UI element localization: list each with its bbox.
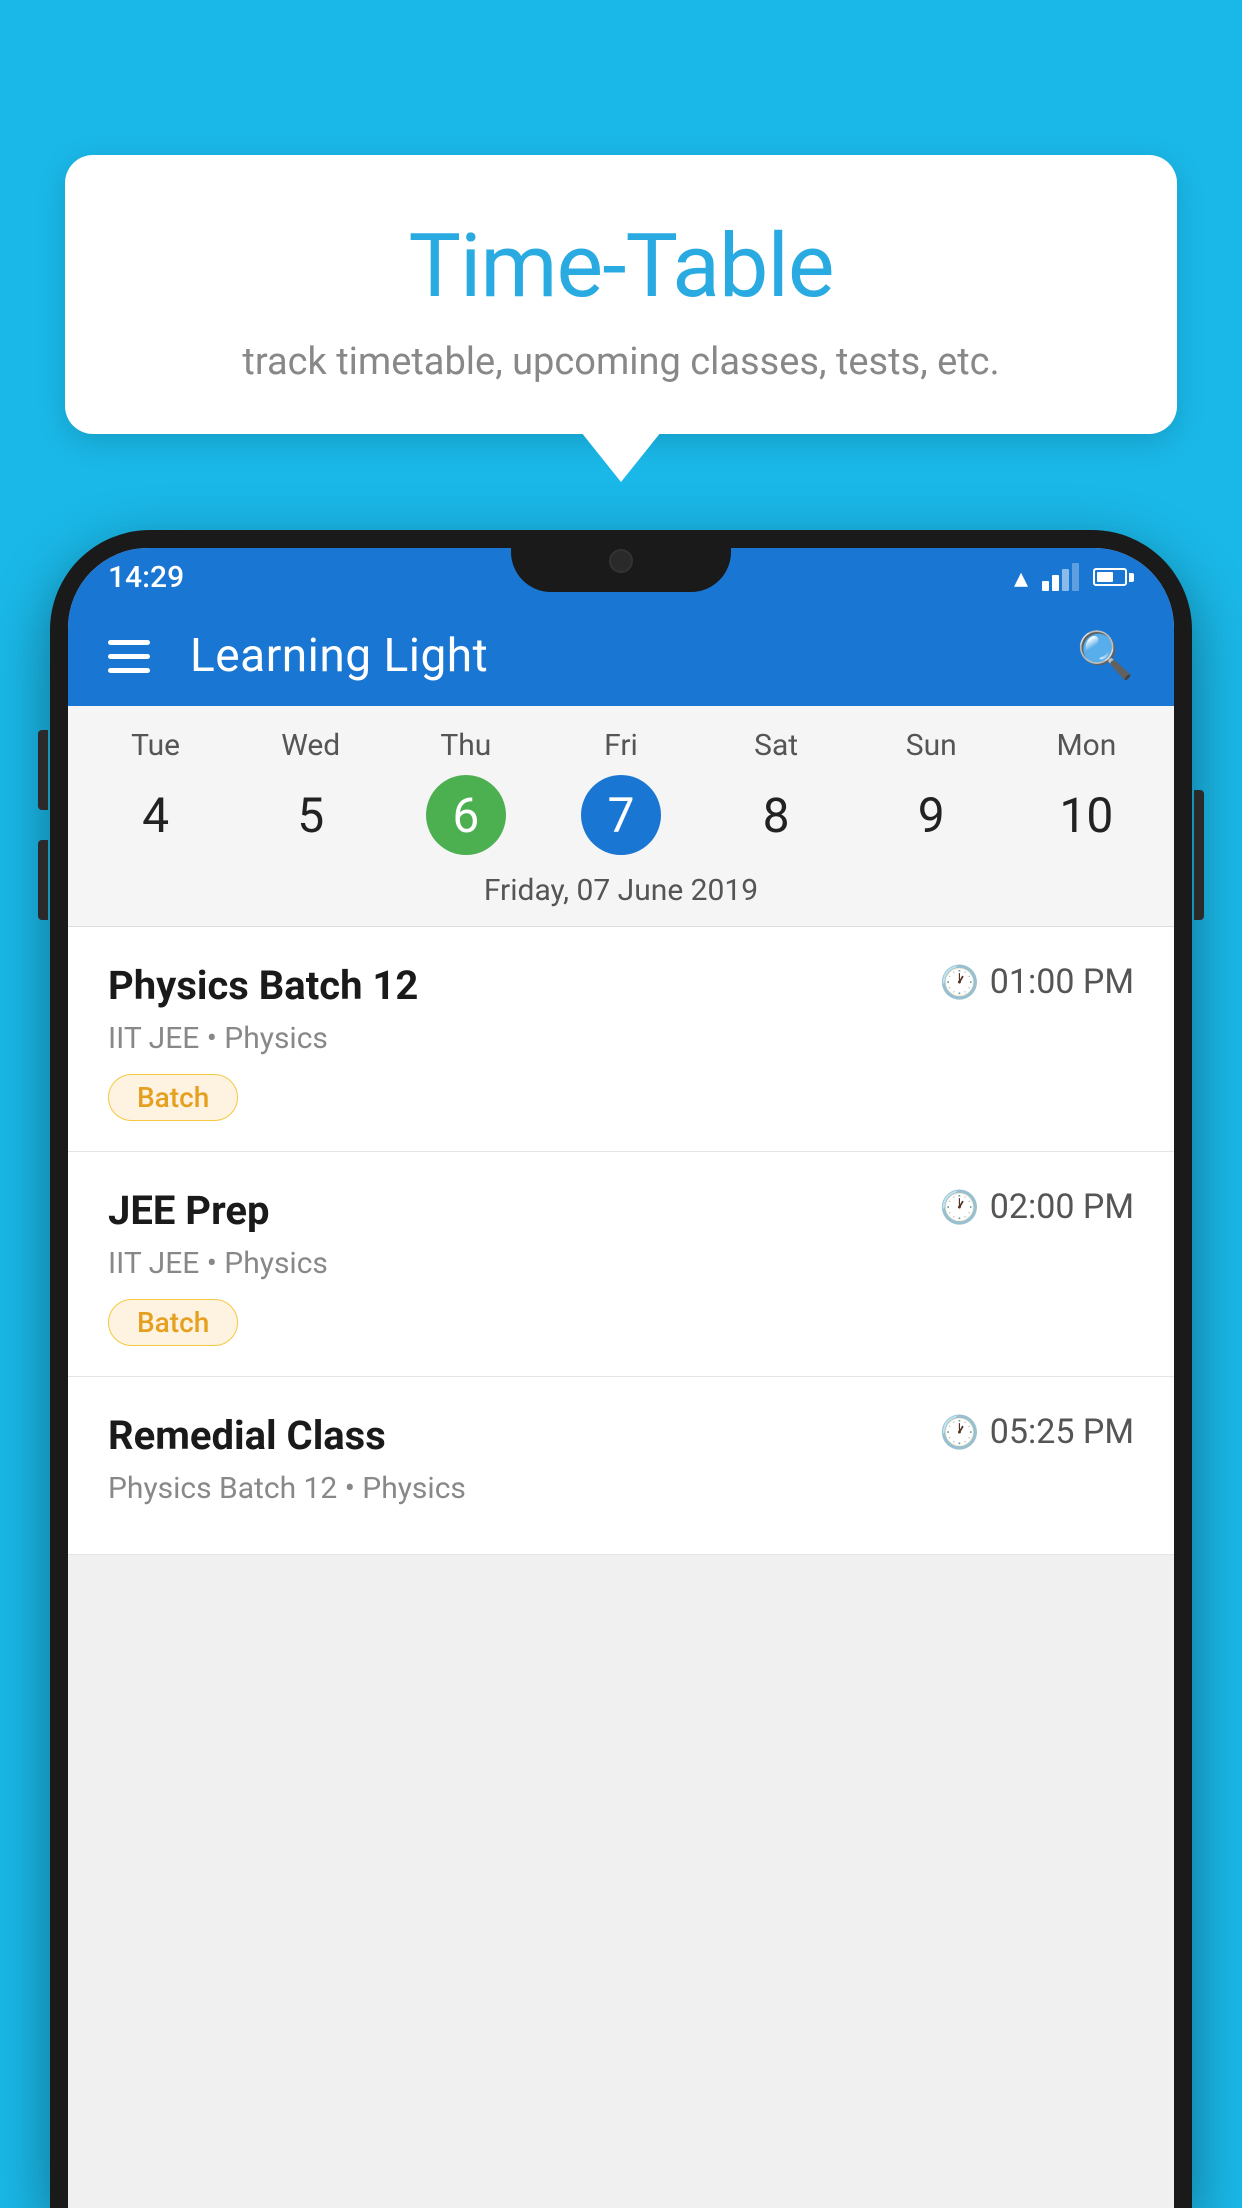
volume-up-button: [38, 730, 48, 810]
search-icon[interactable]: 🔍: [1077, 629, 1134, 683]
schedule-item-sub: IIT JEE • Physics: [108, 1246, 1134, 1281]
app-bar: Learning Light 🔍: [68, 606, 1174, 706]
day-name: Sun: [906, 728, 957, 763]
calendar-strip[interactable]: Tue 4 Wed 5 Thu 6 Fri 7 Sat 8 Sun 9 Mon 10 Friday, 07…: [68, 706, 1174, 927]
schedule-item-time: 🕐 02:00 PM: [940, 1187, 1134, 1227]
schedule-item-name: Remedial Class: [108, 1412, 386, 1459]
day-col[interactable]: Thu 6: [406, 728, 526, 855]
phone-screen: 14:29 ▴: [68, 548, 1174, 2208]
schedule-item-time: 🕐 05:25 PM: [940, 1412, 1134, 1452]
day-col[interactable]: Wed 5: [251, 728, 371, 855]
day-col[interactable]: Tue 4: [96, 728, 216, 855]
power-button: [1194, 790, 1204, 920]
wifi-icon: ▴: [1014, 561, 1028, 594]
schedule-item-time: 🕐 01:00 PM: [940, 962, 1134, 1002]
day-name: Fri: [604, 728, 638, 763]
camera: [609, 549, 633, 573]
schedule-item-header: JEE Prep 🕐 02:00 PM: [108, 1187, 1134, 1234]
volume-down-button: [38, 840, 48, 920]
batch-badge: Batch: [108, 1074, 238, 1121]
schedule-item[interactable]: Remedial Class 🕐 05:25 PM Physics Batch …: [68, 1377, 1174, 1555]
schedule-item-sub: IIT JEE • Physics: [108, 1021, 1134, 1056]
schedule-item[interactable]: Physics Batch 12 🕐 01:00 PM IIT JEE • Ph…: [68, 927, 1174, 1152]
days-row: Tue 4 Wed 5 Thu 6 Fri 7 Sat 8 Sun 9 Mon 10: [68, 728, 1174, 855]
day-number[interactable]: 6: [426, 775, 506, 855]
schedule-list: Physics Batch 12 🕐 01:00 PM IIT JEE • Ph…: [68, 927, 1174, 1555]
day-number[interactable]: 7: [581, 775, 661, 855]
day-number[interactable]: 5: [271, 775, 351, 855]
phone-notch: [511, 530, 731, 592]
schedule-item-header: Remedial Class 🕐 05:25 PM: [108, 1412, 1134, 1459]
status-time: 14:29: [108, 560, 184, 595]
schedule-item-sub: Physics Batch 12 • Physics: [108, 1471, 1134, 1506]
selected-date-label: Friday, 07 June 2019: [68, 855, 1174, 927]
day-col[interactable]: Sun 9: [871, 728, 991, 855]
day-col[interactable]: Sat 8: [716, 728, 836, 855]
phone-outer: 14:29 ▴: [50, 530, 1192, 2208]
schedule-item[interactable]: JEE Prep 🕐 02:00 PM IIT JEE • Physics Ba…: [68, 1152, 1174, 1377]
clock-icon: 🕐: [940, 1188, 980, 1226]
day-number[interactable]: 4: [116, 775, 196, 855]
hero-title: Time-Table: [115, 215, 1127, 318]
day-name: Wed: [281, 728, 340, 763]
day-name: Mon: [1056, 728, 1116, 763]
day-number[interactable]: 9: [891, 775, 971, 855]
battery-icon: [1093, 568, 1134, 586]
day-number[interactable]: 10: [1046, 775, 1126, 855]
clock-icon: 🕐: [940, 1413, 980, 1451]
day-name: Sat: [754, 728, 798, 763]
day-name: Tue: [131, 728, 180, 763]
app-title: Learning Light: [190, 629, 1037, 683]
phone-mockup: 14:29 ▴: [50, 530, 1192, 2208]
hero-card: Time-Table track timetable, upcoming cla…: [65, 155, 1177, 434]
schedule-item-name: JEE Prep: [108, 1187, 269, 1234]
hero-subtitle: track timetable, upcoming classes, tests…: [115, 340, 1127, 384]
menu-button[interactable]: [108, 640, 150, 673]
day-col[interactable]: Mon 10: [1026, 728, 1146, 855]
day-name: Thu: [440, 728, 491, 763]
clock-icon: 🕐: [940, 963, 980, 1001]
batch-badge: Batch: [108, 1299, 238, 1346]
status-icons: ▴: [1014, 561, 1134, 594]
day-number[interactable]: 8: [736, 775, 816, 855]
signal-icon: [1042, 563, 1079, 591]
day-col[interactable]: Fri 7: [561, 728, 681, 855]
schedule-item-name: Physics Batch 12: [108, 962, 418, 1009]
schedule-item-header: Physics Batch 12 🕐 01:00 PM: [108, 962, 1134, 1009]
